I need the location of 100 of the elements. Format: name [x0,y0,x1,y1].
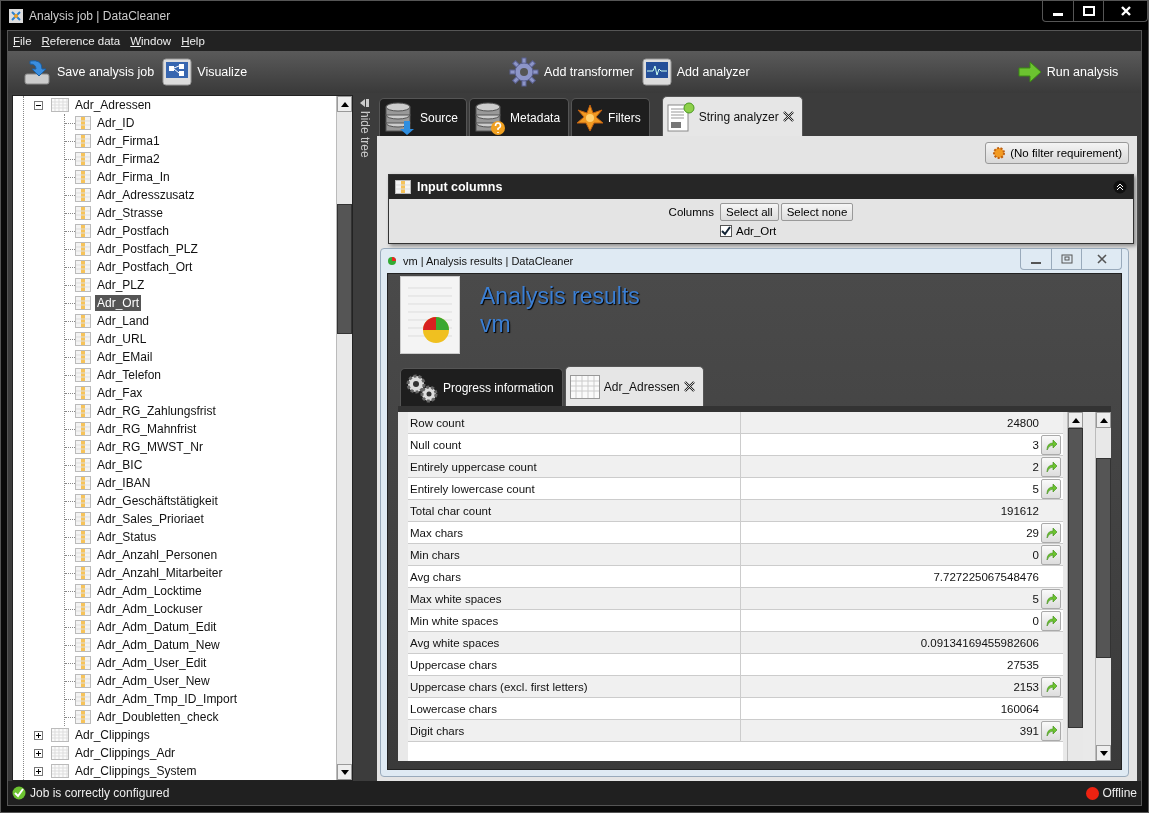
tab[interactable]: Filters [571,98,650,136]
tree-item[interactable]: Adr_Adm_User_Edit [95,655,209,671]
column-icon [75,620,91,634]
table-cell: Total char count [408,500,741,521]
details-button[interactable] [1041,456,1061,477]
tree-item[interactable]: Adr_Firma_In [95,169,172,185]
tree-item[interactable]: Adr_Land [95,313,152,329]
close-icon [1120,6,1131,16]
hide-tree-label[interactable]: hide tree [358,111,372,158]
scroll-up-icon[interactable] [1099,417,1108,423]
column-icon [75,296,91,310]
details-button[interactable] [1041,478,1061,499]
scroll-down-icon[interactable] [340,769,349,775]
checkbox[interactable] [720,225,732,237]
tree-item[interactable]: Adr_IBAN [95,475,153,491]
scroll-down-icon[interactable] [1099,750,1108,756]
tree-item[interactable]: Adr_URL [95,331,149,347]
arrow-right-icon [1017,61,1042,83]
tree-item[interactable]: Adr_Adm_Locktime [95,583,204,599]
details-button[interactable] [1041,588,1061,609]
scrollbar-thumb[interactable] [337,204,352,334]
tab[interactable]: Source [379,98,468,136]
tree-item[interactable]: Adr_Anzahl_Personen [95,547,220,563]
toolbar-button[interactable]: Add analyzer [641,57,750,87]
arrow-icon [1044,526,1058,539]
expand-icon[interactable] [34,766,43,776]
scrollbar[interactable] [336,96,352,780]
scrollbar[interactable] [1095,412,1111,761]
column-icon [75,386,91,400]
tree-item[interactable]: Adr_Adm_User_New [95,673,212,689]
tree-item[interactable]: Adr_Fax [95,385,145,401]
tree-item[interactable]: Adr_RG_Mahnfrist [95,421,199,437]
gear-icon [509,57,540,87]
toolbar-button[interactable]: Add transformer [509,57,634,87]
tree-item[interactable]: Adr_Adm_Datum_Edit [95,619,219,635]
collapse-icon[interactable] [1113,180,1127,194]
tree-item[interactable]: Adr_Postfach_Ort [95,259,195,275]
menu-item[interactable]: Help [181,35,205,47]
table-cell: Min white spaces [408,610,741,631]
toolbar-button[interactable]: Visualize [162,57,248,87]
tree-item[interactable]: Adr_BIC [95,457,145,473]
details-button[interactable] [1041,522,1061,543]
tree-item[interactable]: Adr_Ort [95,295,141,311]
tree-item[interactable]: Adr_Telefon [95,367,164,383]
menu-item[interactable]: Window [130,35,172,47]
tab[interactable]: Progress information [400,368,563,406]
menu-item[interactable]: Reference data [41,35,121,47]
details-button[interactable] [1041,434,1061,455]
expand-icon[interactable] [34,730,43,740]
close-icon[interactable] [782,111,794,122]
tree-item[interactable]: Adr_Geschäftstätigkeit [95,493,220,509]
details-button[interactable] [1041,676,1061,697]
tree-item[interactable]: Adr_RG_MWST_Nr [95,439,205,455]
tree-item[interactable]: Adr_Adressen [73,97,154,113]
menu-item[interactable]: File [13,35,32,47]
scroll-up-icon[interactable] [340,101,349,107]
column-icon [75,548,91,562]
tree-item[interactable]: Adr_Doubletten_check [95,709,221,725]
expand-icon[interactable] [34,748,43,758]
details-button[interactable] [1041,544,1061,565]
table-cell: 7.727225067548476 [933,570,1039,583]
tree-item[interactable]: Adr_EMail [95,349,155,365]
filter-button[interactable]: (No filter requirement) [985,142,1129,164]
tree-item[interactable]: Adr_Clippings_Adr [73,745,178,761]
tree-item[interactable]: Adr_Adm_Tmp_ID_Import [95,691,240,707]
tree-item[interactable]: Adr_Firma1 [95,133,162,149]
tree-item[interactable]: Adr_Status [95,529,159,545]
tree-item[interactable]: Adr_PLZ [95,277,147,293]
tree-item[interactable]: Adr_ID [95,115,137,131]
column-icon [75,134,91,148]
select-button[interactable]: Select none [780,203,854,221]
tree-item[interactable]: Adr_Sales_Prioriaet [95,511,206,527]
tree-item[interactable]: Adr_Postfach_PLZ [95,241,200,257]
tab[interactable]: String analyzer [661,96,803,136]
scroll-up-icon[interactable] [1071,417,1080,423]
tab[interactable]: Adr_Adressen [564,366,704,406]
scrollbar-thumb[interactable] [1068,428,1083,728]
select-button[interactable]: Select all [720,203,779,221]
scrollbar[interactable] [1067,412,1083,761]
tree-item[interactable]: Adr_Clippings_System [73,763,199,779]
tree-item[interactable]: Adr_Adm_Lockuser [95,601,205,617]
tree-item[interactable]: Adr_Strasse [95,205,166,221]
tab[interactable]: Metadata [469,98,570,136]
scrollbar-thumb[interactable] [1096,458,1111,658]
details-button[interactable] [1041,610,1061,631]
collapse-icon[interactable] [34,100,43,110]
column-icon [75,350,91,364]
tree-item[interactable]: Adr_Adresszusatz [95,187,197,203]
details-button[interactable] [1041,720,1061,741]
tree-item[interactable]: Adr_Clippings [73,727,152,743]
monitor-diagram-icon [162,57,193,87]
tree-item[interactable]: Adr_Firma2 [95,151,162,167]
tree-item[interactable]: Adr_RG_Zahlungsfrist [95,403,218,419]
toolbar-button[interactable]: Save analysis job [22,57,155,87]
toolbar-button[interactable]: Run analysis [1017,61,1119,83]
tree-item[interactable]: Adr_Anzahl_Mitarbeiter [95,565,225,581]
close-icon[interactable] [683,381,695,392]
tree-item[interactable]: Adr_Postfach [95,223,172,239]
tree-item[interactable]: Adr_Adm_Datum_New [95,637,222,653]
collapse-left-icon[interactable] [360,99,370,107]
